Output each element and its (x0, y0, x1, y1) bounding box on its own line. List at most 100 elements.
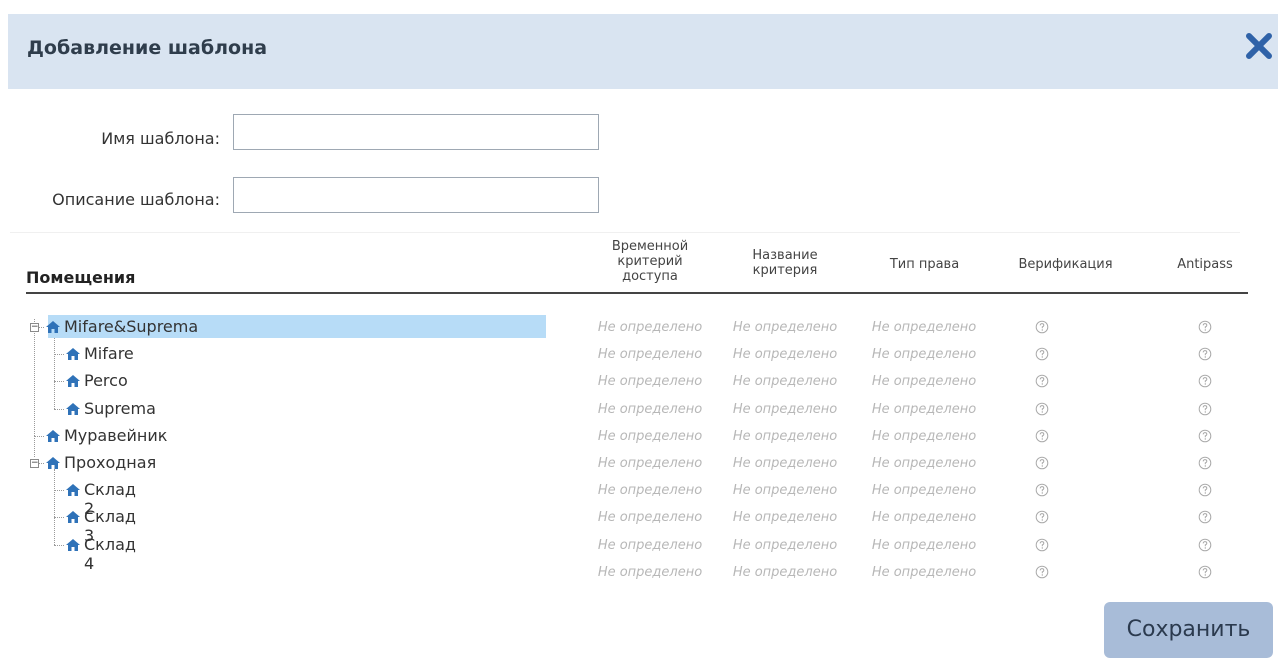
undefined-value-cell[interactable]: Не определено (590, 510, 710, 525)
undefined-value-cell[interactable]: Не определено (863, 402, 985, 417)
tree-collapse-toggle[interactable]: − (30, 459, 39, 468)
tree-collapse-toggle[interactable]: − (30, 323, 39, 332)
undefined-value-cell[interactable]: Не определено (863, 429, 985, 444)
column-header-line: критерий (617, 254, 683, 269)
question-icon[interactable] (1035, 565, 1049, 579)
undefined-value-cell[interactable]: Не определено (590, 347, 710, 362)
undefined-value-cell[interactable]: Не определено (590, 538, 710, 553)
undefined-value-cell[interactable]: Не определено (590, 402, 710, 417)
room-icon (66, 402, 80, 415)
column-header-verification: Верификация (1003, 257, 1128, 272)
undefined-value-cell[interactable]: Не определено (590, 456, 710, 471)
undefined-value-cell[interactable]: Не определено (863, 347, 985, 362)
tree-connector (54, 517, 64, 519)
undefined-value-cell[interactable]: Не определено (725, 456, 845, 471)
undefined-value-cell[interactable]: Не определено (863, 483, 985, 498)
tree-connector (54, 469, 55, 545)
tree-node-label[interactable]: Склад 4 (84, 535, 136, 573)
column-header-line: Antipass (1177, 257, 1233, 272)
undefined-value-cell[interactable]: Не определено (725, 510, 845, 525)
undefined-value-cell[interactable]: Не определено (863, 374, 985, 389)
column-header-line: Название (752, 248, 818, 263)
room-icon (46, 321, 60, 333)
template-name-label: Имя шаблона: (101, 129, 220, 148)
room-icon (66, 348, 80, 361)
question-icon[interactable] (1198, 402, 1212, 416)
question-icon[interactable] (1035, 402, 1049, 416)
room-icon (66, 538, 80, 551)
undefined-value-cell[interactable]: Не определено (590, 565, 710, 580)
tree-node-label[interactable]: Mifare (84, 344, 134, 363)
question-icon[interactable] (1198, 429, 1212, 443)
question-icon[interactable] (1035, 374, 1049, 388)
undefined-value-cell[interactable]: Не определено (725, 483, 845, 498)
add-template-dialog: Добавление шаблона Имя шаблона: Описание… (0, 0, 1278, 664)
question-icon[interactable] (1198, 538, 1212, 552)
column-header-line: Тип права (889, 257, 960, 272)
question-icon[interactable] (1198, 456, 1212, 470)
undefined-value-cell[interactable]: Не определено (863, 565, 985, 580)
column-header-antipass: Antipass (1160, 257, 1250, 272)
undefined-value-cell[interactable]: Не определено (725, 565, 845, 580)
undefined-value-cell[interactable]: Не определено (590, 483, 710, 498)
undefined-value-cell[interactable]: Не определено (590, 429, 710, 444)
template-description-label: Описание шаблона: (52, 190, 220, 209)
tree-node-label[interactable]: Муравейник (64, 426, 167, 445)
question-icon[interactable] (1035, 429, 1049, 443)
undefined-value-cell[interactable]: Не определено (725, 347, 845, 362)
tree-connector (54, 490, 64, 492)
undefined-value-cell[interactable]: Не определено (725, 374, 845, 389)
tree-connector (34, 435, 44, 437)
question-icon[interactable] (1198, 347, 1212, 361)
template-name-input[interactable] (233, 114, 599, 150)
tree-node-label[interactable]: Suprema (84, 399, 156, 418)
question-icon[interactable] (1035, 483, 1049, 497)
question-icon[interactable] (1035, 510, 1049, 524)
tree-node-label[interactable]: Perco (84, 371, 128, 390)
column-header-time-criterion: Временной критерий доступа (585, 239, 715, 284)
undefined-value-cell[interactable]: Не определено (725, 402, 845, 417)
question-icon[interactable] (1035, 347, 1049, 361)
room-icon (66, 484, 80, 497)
tree-node-label[interactable]: Проходная (64, 453, 156, 472)
template-description-input[interactable] (233, 177, 599, 213)
undefined-value-cell[interactable]: Не определено (863, 320, 985, 335)
room-icon (66, 511, 80, 524)
undefined-value-cell[interactable]: Не определено (863, 538, 985, 553)
table-header-rule (26, 292, 1248, 294)
undefined-value-cell[interactable]: Не определено (590, 320, 710, 335)
rooms-column-header: Помещения (26, 268, 136, 287)
question-icon[interactable] (1198, 565, 1212, 579)
column-header-criterion-name: Название критерия (720, 248, 850, 278)
tree-connector (34, 319, 35, 436)
undefined-value-cell[interactable]: Не определено (863, 456, 985, 471)
undefined-value-cell[interactable]: Не определено (725, 538, 845, 553)
room-icon (46, 429, 60, 442)
column-header-line: доступа (622, 269, 678, 284)
undefined-value-cell[interactable]: Не определено (725, 429, 845, 444)
question-icon[interactable] (1035, 538, 1049, 552)
undefined-value-cell[interactable]: Не определено (725, 320, 845, 335)
question-icon[interactable] (1035, 456, 1049, 470)
column-header-right-type: Тип права (862, 257, 987, 272)
undefined-value-cell[interactable]: Не определено (863, 510, 985, 525)
question-icon[interactable] (1198, 374, 1212, 388)
column-header-line: Временной (611, 239, 689, 254)
tree-connector (54, 408, 64, 410)
dialog-title: Добавление шаблона (27, 37, 268, 59)
tree-connector (54, 333, 55, 409)
column-header-line: Верификация (1018, 257, 1113, 272)
tree-connector (54, 354, 64, 356)
question-icon[interactable] (1035, 320, 1049, 334)
question-icon[interactable] (1198, 320, 1212, 334)
save-button[interactable]: Сохранить (1104, 602, 1273, 658)
undefined-value-cell[interactable]: Не определено (590, 374, 710, 389)
close-icon[interactable] (1244, 28, 1274, 64)
question-icon[interactable] (1198, 510, 1212, 524)
room-icon (46, 457, 60, 469)
column-header-line: критерия (752, 263, 818, 278)
dialog-header: Добавление шаблона (8, 14, 1278, 89)
tree-node-label[interactable]: Mifare&Suprema (64, 317, 198, 336)
question-icon[interactable] (1198, 483, 1212, 497)
tree-connector (54, 544, 64, 546)
